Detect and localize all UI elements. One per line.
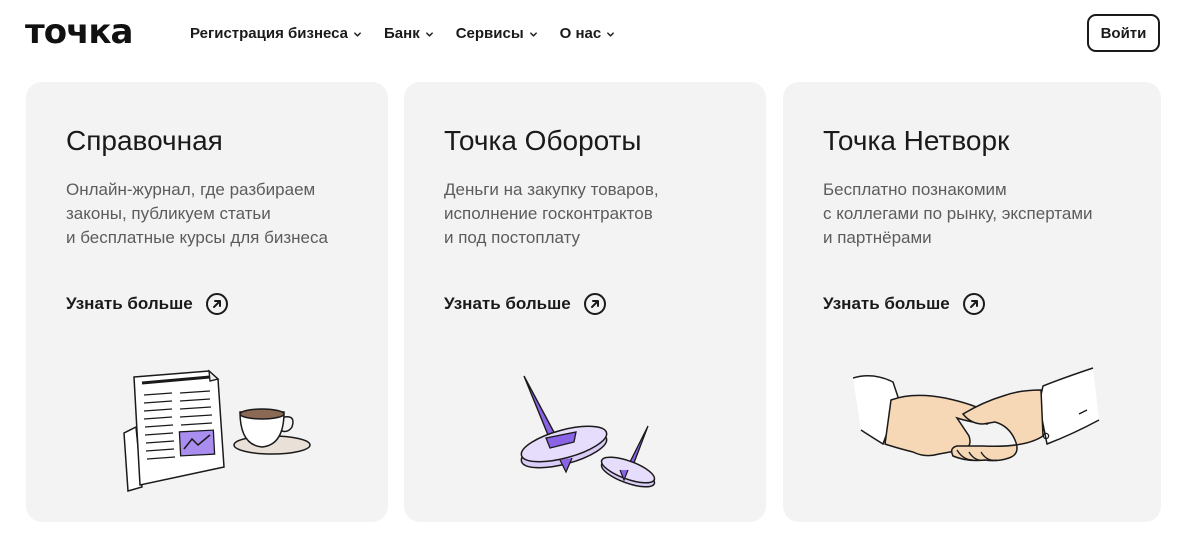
nav-item-bank[interactable]: Банк	[384, 24, 434, 44]
card-description-line: законы, публикуем статьи	[66, 204, 271, 223]
card-description-line: исполнение госконтрактов	[444, 204, 653, 223]
chevron-down-icon	[354, 31, 361, 37]
card-turnover[interactable]: Точка Обороты Деньги на закупку товаров,…	[404, 82, 766, 522]
handshake-illustration	[853, 367, 1100, 462]
nav-item-about[interactable]: О нас	[560, 24, 616, 44]
main-nav: Регистрация бизнеса Банк Сервисы О нас	[190, 24, 615, 44]
card-description-line: Деньги на закупку товаров,	[444, 180, 659, 199]
learn-more-link[interactable]: Узнать больше	[444, 292, 607, 316]
spinning-top-illustration	[520, 375, 656, 488]
chevron-down-icon	[425, 31, 433, 37]
nav-item-label: Регистрация бизнеса	[190, 25, 349, 42]
learn-more-label: Узнать больше	[823, 294, 950, 313]
learn-more-label: Узнать больше	[66, 294, 193, 313]
card-description-line: Онлайн-журнал, где разбираем	[66, 180, 316, 199]
card-description: Деньги на закупку товаров, исполнение го…	[444, 178, 744, 250]
card-network[interactable]: Точка Нетворк Бесплатно познакомим с кол…	[783, 82, 1161, 522]
card-description-line: и под постоплату	[444, 228, 581, 247]
site-header: точка Регистрация бизнеса Банк Сервисы О…	[0, 0, 1194, 70]
card-description: Онлайн-журнал, где разбираем законы, пуб…	[66, 178, 366, 250]
card-description-line: и бесплатные курсы для бизнеса	[66, 228, 328, 247]
chevron-down-icon	[529, 31, 537, 37]
nav-item-label: Сервисы	[455, 25, 524, 42]
card-description-line: и партнёрами	[823, 228, 932, 247]
card-reference[interactable]: Справочная Онлайн-журнал, где разбираем …	[26, 82, 388, 522]
arrow-up-right-icon	[205, 293, 228, 315]
learn-more-link[interactable]: Узнать больше	[66, 292, 229, 316]
card-title: Точка Обороты	[444, 125, 642, 156]
nav-item-label: Банк	[384, 25, 420, 42]
card-description-line: Бесплатно познакомим	[823, 180, 1007, 199]
card-title: Справочная	[66, 125, 223, 156]
newspaper-coffee-illustration	[123, 369, 311, 492]
nav-item-registration[interactable]: Регистрация бизнеса	[190, 24, 362, 44]
logo[interactable]: точка	[25, 12, 133, 52]
card-title: Точка Нетворк	[823, 125, 1010, 156]
learn-more-label: Узнать больше	[444, 294, 571, 313]
learn-more-link[interactable]: Узнать больше	[823, 292, 986, 316]
login-button[interactable]: Войти	[1087, 14, 1160, 52]
nav-item-services[interactable]: Сервисы	[456, 24, 538, 44]
card-description: Бесплатно познакомим с коллегами по рынк…	[823, 178, 1123, 250]
nav-item-label: О нас	[559, 25, 602, 42]
arrow-up-right-icon	[962, 293, 985, 315]
card-description-line: с коллегами по рынку, экспертами	[823, 204, 1093, 223]
arrow-up-right-icon	[583, 293, 606, 315]
chevron-down-icon	[607, 31, 615, 37]
